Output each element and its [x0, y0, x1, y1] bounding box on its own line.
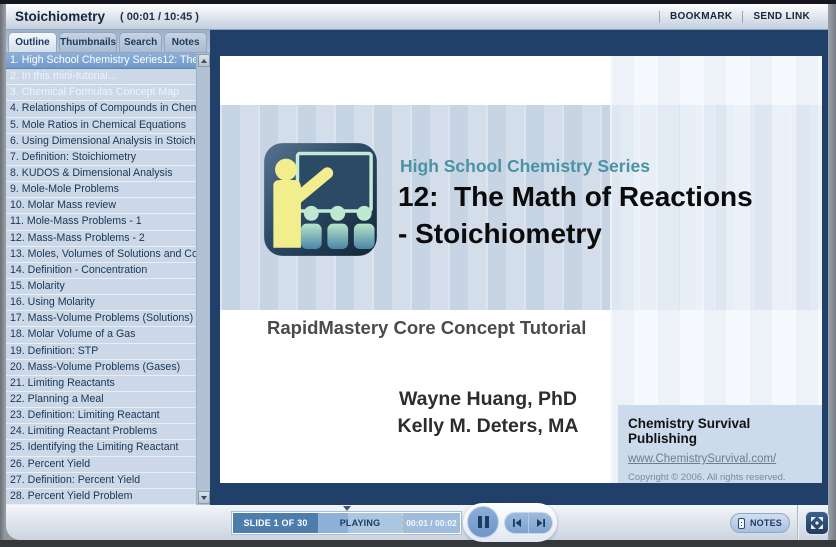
presentation-elapsed-time: ( 00:01 / 10:45 ): [120, 10, 199, 23]
fullscreen-icon: [811, 517, 823, 529]
outline-item[interactable]: 3. Chemical Formulas Concept Map: [6, 85, 196, 102]
presentation-title: Stoichiometry: [15, 9, 106, 24]
outline-item[interactable]: 13. Moles, Volumes of Solutions and Conc…: [6, 247, 196, 263]
window-bottom-edge: [0, 540, 836, 547]
author-1: Wayne Huang, PhD: [398, 388, 578, 410]
author-2: Kelly M. Deters, MA: [397, 415, 579, 437]
outline-item[interactable]: 18. Molar Volume of a Gas: [6, 327, 196, 344]
outline-item[interactable]: 28. Percent Yield Problem: [6, 489, 196, 505]
notes-button[interactable]: NOTES: [730, 513, 790, 533]
arrow-up-icon: [201, 58, 207, 63]
header-actions: BOOKMARK SEND LINK: [649, 10, 828, 23]
outline-item[interactable]: 15. Molarity: [6, 279, 196, 296]
outline-item[interactable]: 11. Mole-Mass Problems - 1: [6, 214, 196, 231]
playbar-divider: [797, 505, 798, 540]
window-right-edge: [828, 4, 836, 547]
slide-count-badge: SLIDE 1 OF 30: [233, 513, 318, 533]
send-link-button[interactable]: SEND LINK: [753, 11, 810, 22]
outline-item[interactable]: 24. Limiting Reactant Problems: [6, 424, 196, 441]
outline-item[interactable]: 20. Mass-Volume Problems (Gases): [6, 360, 196, 376]
outline-item[interactable]: 22. Planning a Meal: [6, 392, 196, 409]
presentation-classroom-icon: [264, 143, 377, 256]
step-back-icon: [512, 519, 521, 527]
authors-block: Wayne Huang, PhD Kelly M. Deters, MA: [378, 386, 598, 440]
outline-scrollbar[interactable]: [196, 53, 210, 505]
outline-item[interactable]: 7. Definition: Stoichiometry: [6, 150, 196, 166]
bookmark-button[interactable]: BOOKMARK: [670, 11, 732, 22]
outline-item[interactable]: 9. Mole-Mole Problems: [6, 182, 196, 199]
outline-item[interactable]: 5. Mole Ratios in Chemical Equations: [6, 118, 196, 134]
header-divider: [659, 10, 660, 23]
tab-thumbnails[interactable]: Thumbnails: [59, 32, 118, 52]
publisher-link[interactable]: www.ChemistrySurvival.com/: [628, 453, 776, 465]
presentation-player-window: Stoichiometry ( 00:01 / 10:45 ) BOOKMARK…: [0, 0, 836, 547]
next-slide-button[interactable]: [529, 513, 552, 533]
outline-item[interactable]: 1. High School Chemistry Series12: The M…: [6, 53, 196, 70]
progress-strip: SLIDE 1 OF 30 PLAYING 00:01 / 00:02: [232, 512, 461, 534]
copyright-text: Copyright © 2006. All rights reserved.: [628, 472, 786, 483]
outline-item[interactable]: 12. Mass-Mass Problems - 2: [6, 231, 196, 247]
step-forward-icon: [536, 519, 545, 527]
tab-notes[interactable]: Notes: [164, 32, 208, 52]
outline-item[interactable]: 19. Definition: STP: [6, 344, 196, 360]
outline-item[interactable]: 25. Identifying the Limiting Reactant: [6, 440, 196, 457]
tutorial-subtitle: RapidMastery Core Concept Tutorial: [267, 317, 587, 338]
series-title: High School Chemistry Series: [400, 156, 650, 176]
previous-slide-button[interactable]: [505, 513, 529, 533]
outline-item[interactable]: 14. Definition - Concentration: [6, 263, 196, 279]
tab-outline[interactable]: Outline: [8, 32, 57, 52]
outline-item[interactable]: 8. KUDOS & Dimensional Analysis: [6, 166, 196, 183]
fullscreen-toggle-button[interactable]: [805, 511, 829, 535]
slide-time: 00:01 / 00:02: [402, 513, 460, 533]
publisher-box: Chemistry Survival Publishing www.Chemis…: [618, 405, 822, 483]
outline-item[interactable]: 6. Using Dimensional Analysis in Stoichi…: [6, 134, 196, 150]
outline-item[interactable]: 16. Using Molarity: [6, 295, 196, 312]
progress-track[interactable]: PLAYING: [318, 513, 402, 533]
slide-stage: High School Chemistry Series 12: The Mat…: [210, 30, 828, 505]
outline-item[interactable]: 26. Percent Yield: [6, 457, 196, 473]
scroll-down-button[interactable]: [198, 491, 210, 504]
outline-item[interactable]: 2. In this mini-tutorial...: [6, 69, 196, 86]
pause-icon: [484, 516, 489, 528]
outline-list: 1. High School Chemistry Series12: The M…: [6, 53, 196, 505]
outline-item[interactable]: 4. Relationships of Compounds in Chemica…: [6, 101, 196, 118]
outline-item[interactable]: 17. Mass-Volume Problems (Solutions): [6, 311, 196, 328]
outline-item[interactable]: 27. Definition: Percent Yield: [6, 473, 196, 489]
outline-item[interactable]: 10. Molar Mass review: [6, 198, 196, 215]
header-bar: Stoichiometry ( 00:01 / 10:45 ) BOOKMARK…: [6, 4, 828, 30]
sidebar-tabs: Outline Thumbnails Search Notes: [6, 30, 210, 53]
notes-document-icon: [738, 517, 745, 529]
arrow-down-icon: [201, 495, 207, 500]
slide-main-title: 12: The Math of Reactions - Stoichiometr…: [398, 181, 753, 249]
outline-item[interactable]: 23. Definition: Limiting Reactant: [6, 408, 196, 425]
notes-button-label: NOTES: [749, 518, 782, 528]
scroll-up-button[interactable]: [198, 54, 210, 67]
publisher-name: Chemistry Survival Publishing: [628, 416, 751, 446]
step-buttons: [504, 512, 553, 534]
header-divider: [742, 10, 744, 23]
playback-status: PLAYING: [339, 518, 381, 528]
outline-item[interactable]: 21. Limiting Reactants: [6, 376, 196, 392]
pause-icon: [477, 516, 482, 528]
tab-search[interactable]: Search: [119, 32, 163, 52]
pause-button[interactable]: [467, 506, 499, 538]
transport-controls: [463, 503, 557, 542]
sidebar: Outline Thumbnails Search Notes 1. High …: [6, 30, 210, 505]
playhead-marker-icon[interactable]: [343, 506, 351, 511]
slide-canvas: High School Chemistry Series 12: The Mat…: [220, 56, 822, 483]
playback-bar: SLIDE 1 OF 30 PLAYING 00:01 / 00:02 NOTE…: [6, 503, 829, 542]
